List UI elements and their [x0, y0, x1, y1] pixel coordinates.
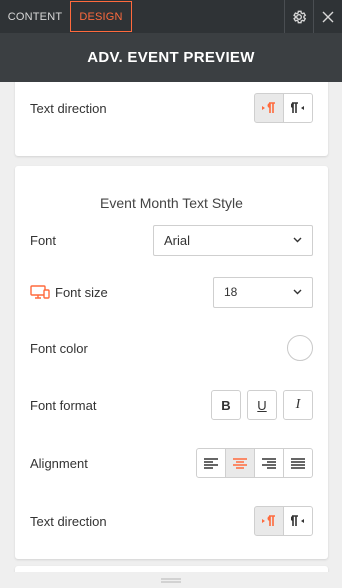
font-format-label: Font format	[30, 397, 97, 413]
font-format-row: Font format B U I	[30, 389, 313, 421]
align-center-button[interactable]	[225, 448, 255, 478]
font-select-value: Arial	[164, 232, 191, 248]
font-size-label-group: Font size	[30, 285, 108, 300]
underline-icon: U	[257, 397, 267, 413]
chevron-down-icon	[293, 289, 302, 295]
ltr-direction-icon	[262, 515, 275, 526]
text-direction-label: Text direction	[30, 513, 107, 529]
chevron-down-icon	[293, 237, 302, 243]
align-justify-icon	[291, 457, 305, 469]
ltr-direction-button[interactable]	[254, 506, 284, 536]
tab-content[interactable]: CONTENT	[0, 0, 70, 33]
rtl-direction-icon	[291, 515, 304, 526]
font-label: Font	[30, 232, 57, 248]
text-direction-row: Text direction	[30, 505, 313, 537]
bold-button[interactable]: B	[211, 390, 241, 420]
text-direction-group	[254, 506, 313, 536]
close-icon	[322, 11, 334, 22]
font-row: Font Arial	[30, 224, 313, 256]
alignment-group	[196, 448, 313, 478]
font-size-label: Font size	[55, 284, 108, 300]
align-left-button[interactable]	[196, 448, 226, 478]
text-style-card: Text direction	[15, 82, 328, 156]
text-direction-label: Text direction	[30, 100, 107, 116]
font-size-select[interactable]: 18	[213, 276, 313, 308]
font-size-value: 18	[224, 285, 238, 299]
italic-button[interactable]: I	[283, 390, 313, 420]
tab-design[interactable]: DESIGN	[70, 1, 132, 32]
top-tab-bar: CONTENT DESIGN	[0, 0, 342, 33]
alignment-label: Alignment	[30, 455, 88, 471]
alignment-row: Alignment	[30, 447, 313, 479]
align-right-button[interactable]	[254, 448, 284, 478]
settings-button[interactable]	[284, 0, 313, 33]
align-right-icon	[262, 457, 276, 469]
event-month-style-card: Event Month Text Style Font Arial Font s…	[15, 166, 328, 559]
drag-handle-icon	[161, 578, 181, 582]
gear-icon	[293, 10, 307, 23]
text-direction-group	[254, 93, 313, 123]
desktop-mobile-icon[interactable]	[30, 285, 50, 299]
text-direction-row: Text direction	[30, 92, 313, 124]
bold-icon: B	[221, 397, 231, 413]
align-left-icon	[204, 457, 218, 469]
font-size-row: Font size 18	[30, 276, 313, 308]
underline-button[interactable]: U	[247, 390, 277, 420]
rtl-direction-icon	[291, 102, 304, 113]
close-button[interactable]	[313, 0, 342, 33]
settings-scroll-area[interactable]: Text direction Event Month Text Style Fo…	[0, 82, 342, 572]
font-color-picker[interactable]	[287, 335, 313, 361]
panel-title: ADV. EVENT PREVIEW	[87, 49, 255, 66]
resize-handle[interactable]	[0, 572, 342, 588]
font-color-row: Font color	[30, 332, 313, 364]
rtl-direction-button[interactable]	[283, 93, 313, 123]
align-justify-button[interactable]	[283, 448, 313, 478]
ltr-direction-button[interactable]	[254, 93, 284, 123]
italic-icon: I	[295, 397, 301, 412]
font-select[interactable]: Arial	[153, 224, 313, 256]
ltr-direction-icon	[262, 102, 275, 113]
align-center-icon	[233, 457, 247, 469]
font-color-label: Font color	[30, 340, 88, 356]
panel-header: ADV. EVENT PREVIEW	[0, 33, 342, 82]
section-title: Event Month Text Style	[100, 195, 243, 211]
rtl-direction-button[interactable]	[283, 506, 313, 536]
font-format-group: B U I	[211, 390, 313, 420]
